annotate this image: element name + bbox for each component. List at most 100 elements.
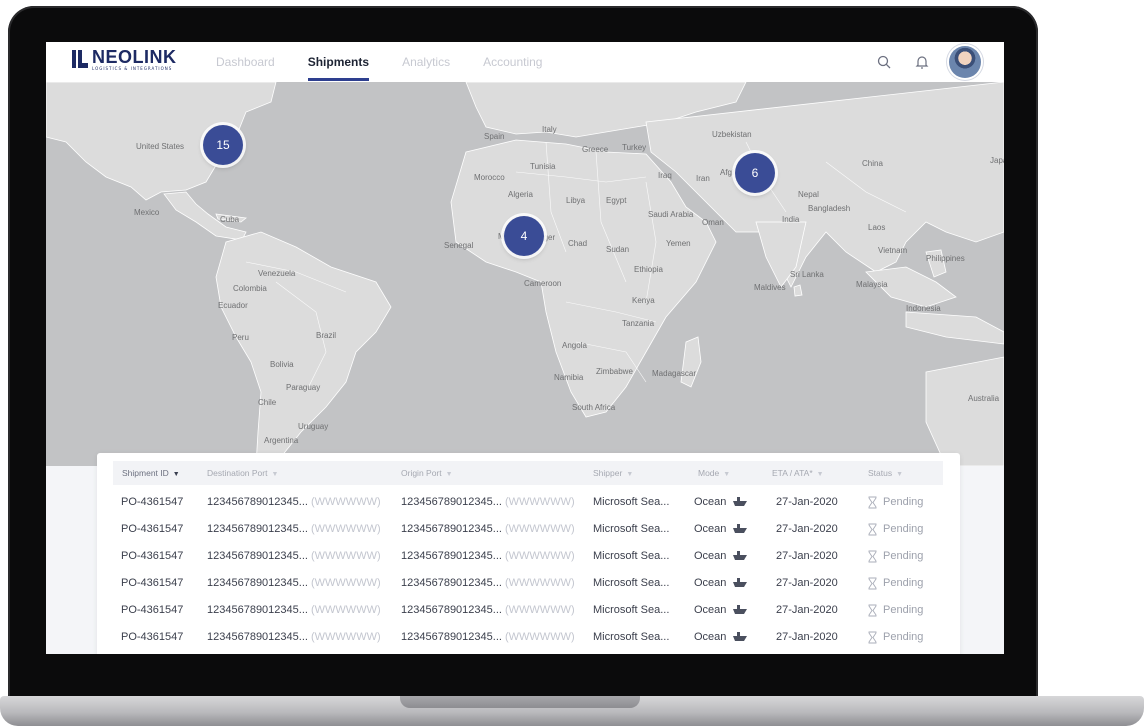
column-header-eta[interactable]: ETA / ATA* ▼ xyxy=(772,461,824,487)
status-cell: Pending xyxy=(868,597,923,624)
map-label: Turkey xyxy=(622,143,647,152)
shipment-id-cell[interactable]: PO-4361547 xyxy=(121,516,183,543)
map-label: Ecuador xyxy=(218,301,248,310)
shipper-cell: Microsoft Sea... xyxy=(593,577,670,589)
destination-port-cell: 123456789012345... (WWWWWW) xyxy=(207,550,381,562)
map-label: Argentina xyxy=(264,436,299,445)
sort-caret-icon: ▼ xyxy=(626,471,634,478)
mode-cell: Ocean xyxy=(694,597,748,624)
ship-icon xyxy=(733,497,748,507)
map-label: Tunisia xyxy=(530,162,556,171)
sort-caret-icon: ▼ xyxy=(271,471,279,478)
map-landmass xyxy=(46,82,1004,466)
map-label: Australia xyxy=(968,394,1000,403)
destination-port-cell: 123456789012345... (WWWWWW) xyxy=(207,523,381,535)
table-row[interactable]: PO-4361547 123456789012345... (WWWWWW) 1… xyxy=(97,489,960,516)
status-cell: Pending xyxy=(868,570,923,597)
ship-icon xyxy=(733,605,748,615)
map-cluster-marker[interactable]: 4 xyxy=(504,216,544,256)
map-label: Oman xyxy=(702,218,724,227)
column-header-origin[interactable]: Origin Port ▼ xyxy=(401,461,453,487)
column-header-status[interactable]: Status ▼ xyxy=(868,461,903,487)
app-screen: United States Mexico Cuba Venezuela Colo… xyxy=(46,42,1004,654)
logo-subtitle: LOGISTICS & INTEGRATIONS xyxy=(92,66,173,71)
map-label: Uruguay xyxy=(298,422,329,431)
map-label: Vietnam xyxy=(878,246,908,255)
map-label: Yemen xyxy=(666,239,691,248)
origin-port-cell: 123456789012345... (WWWWWW) xyxy=(401,523,575,535)
map-label: India xyxy=(782,215,800,224)
tab-shipments[interactable]: Shipments xyxy=(307,42,370,82)
column-header-shipment-id[interactable]: Shipment ID ▼ xyxy=(122,461,180,487)
shipments-table: Shipment ID ▼ Destination Port ▼ Origin Po… xyxy=(97,453,960,654)
shipment-id-cell[interactable]: PO-4361547 xyxy=(121,489,183,516)
map-label: United States xyxy=(136,142,185,151)
status-cell: Pending xyxy=(868,489,923,516)
origin-port-cell: 123456789012345... (WWWWWW) xyxy=(401,550,575,562)
map-label: Bangladesh xyxy=(808,204,851,213)
map-label: Bolivia xyxy=(270,360,294,369)
map-label: Venezuela xyxy=(258,269,296,278)
map-cluster-marker[interactable]: 6 xyxy=(735,153,775,193)
map-label: Indonesia xyxy=(906,304,941,313)
neolink-logo[interactable]: NEOLINK LOGISTICS & INTEGRATIONS xyxy=(72,48,177,71)
map-label: Malaysia xyxy=(856,280,888,289)
tab-dashboard[interactable]: Dashboard xyxy=(216,42,275,82)
mode-cell: Ocean xyxy=(694,489,748,516)
column-header-destination[interactable]: Destination Port ▼ xyxy=(207,461,278,487)
table-row[interactable]: PO-4361547 123456789012345... (WWWWWW) 1… xyxy=(97,624,960,651)
map-label: Japan xyxy=(990,156,1004,165)
tab-analytics[interactable]: Analytics xyxy=(402,42,450,82)
map-label: Kenya xyxy=(632,296,655,305)
sort-caret-icon: ▼ xyxy=(172,471,180,478)
sort-caret-icon: ▼ xyxy=(445,471,453,478)
status-cell: Pending xyxy=(868,624,923,651)
avatar[interactable] xyxy=(949,46,981,78)
eta-cell: 27-Jan-2020 xyxy=(776,577,838,589)
tab-accounting[interactable]: Accounting xyxy=(483,42,542,82)
sort-caret-icon: ▼ xyxy=(896,471,904,478)
shipper-cell: Microsoft Sea... xyxy=(593,550,670,562)
shipper-cell: Microsoft Sea... xyxy=(593,523,670,535)
shipment-id-cell[interactable]: PO-4361547 xyxy=(121,624,183,651)
map-cluster-marker[interactable]: 15 xyxy=(203,125,243,165)
ship-icon xyxy=(733,578,748,588)
shipment-id-cell[interactable]: PO-4361547 xyxy=(121,597,183,624)
table-row[interactable]: PO-4361547 123456789012345... (WWWWWW) 1… xyxy=(97,543,960,570)
search-icon[interactable] xyxy=(876,54,892,70)
map-label: Sudan xyxy=(606,245,630,254)
shipment-id-cell[interactable]: PO-4361547 xyxy=(121,543,183,570)
status-cell: Pending xyxy=(868,516,923,543)
table-row[interactable]: PO-4361547 123456789012345... (WWWWWW) 1… xyxy=(97,570,960,597)
shipment-id-cell[interactable]: PO-4361547 xyxy=(121,570,183,597)
mode-cell: Ocean xyxy=(694,516,748,543)
main-nav: Dashboard Shipments Analytics Accounting xyxy=(216,42,575,82)
table-row[interactable]: PO-4361547 123456789012345... (WWWWWW) 1… xyxy=(97,516,960,543)
map-label: Libya xyxy=(566,196,586,205)
logo-text: NEOLINK xyxy=(92,47,177,67)
hourglass-icon xyxy=(868,631,877,644)
bell-icon[interactable] xyxy=(914,54,930,70)
column-header-mode[interactable]: Mode ▼ xyxy=(698,461,730,487)
map-label: Uzbekistan xyxy=(712,130,752,139)
map-label: Colombia xyxy=(233,284,267,293)
origin-port-cell: 123456789012345... (WWWWWW) xyxy=(401,496,575,508)
map-label: Laos xyxy=(868,223,886,232)
ship-icon xyxy=(733,632,748,642)
map-label: Iran xyxy=(696,174,710,183)
map-label: Greece xyxy=(582,145,609,154)
hourglass-icon xyxy=(868,523,877,536)
sort-caret-icon: ▼ xyxy=(816,471,824,478)
mode-cell: Ocean xyxy=(694,570,748,597)
map-label: Iraq xyxy=(658,171,672,180)
map-label: Algeria xyxy=(508,190,533,199)
map-label: Namibia xyxy=(554,373,584,382)
map-label: Egypt xyxy=(606,196,627,205)
origin-port-cell: 123456789012345... (WWWWWW) xyxy=(401,604,575,616)
map-label: Paraguay xyxy=(286,383,321,392)
map-label: Senegal xyxy=(444,241,474,250)
shipments-map[interactable]: United States Mexico Cuba Venezuela Colo… xyxy=(46,82,1004,466)
map-label: Madagascar xyxy=(652,369,697,378)
table-row[interactable]: PO-4361547 123456789012345... (WWWWWW) 1… xyxy=(97,597,960,624)
column-header-shipper[interactable]: Shipper ▼ xyxy=(593,461,633,487)
